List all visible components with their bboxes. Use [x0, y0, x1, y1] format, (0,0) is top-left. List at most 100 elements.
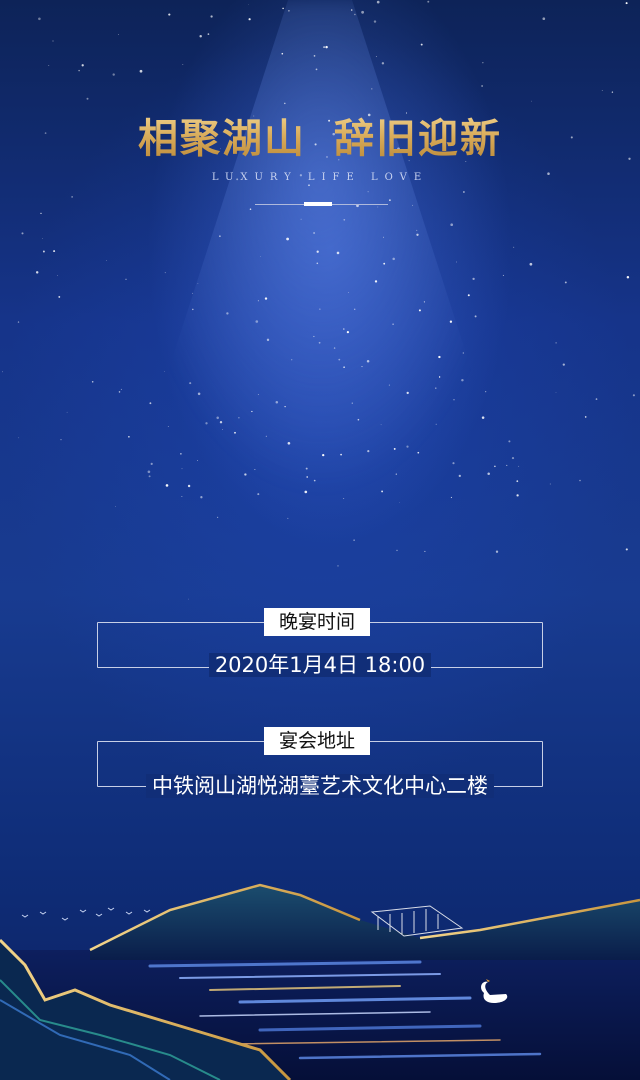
star [284, 102, 286, 105]
star [148, 475, 151, 478]
star [343, 497, 345, 499]
page-title: 相聚湖山 辞旧迎新 [0, 106, 640, 164]
star [52, 40, 54, 42]
star [450, 496, 452, 499]
star [313, 232, 316, 234]
star [319, 308, 321, 310]
star [281, 52, 284, 55]
star [361, 366, 363, 368]
star [396, 549, 398, 552]
star [625, 2, 628, 5]
star [338, 358, 341, 361]
star [57, 275, 58, 276]
star [584, 416, 587, 418]
star [316, 250, 319, 253]
star [450, 223, 454, 227]
banquet-time-value: 2020年1月4日 18:00 [208, 653, 432, 677]
star [71, 196, 73, 198]
star [392, 323, 394, 326]
star [373, 20, 377, 23]
star [78, 69, 80, 72]
star [197, 282, 199, 284]
star [167, 426, 169, 427]
star [308, 184, 310, 187]
star [513, 246, 515, 248]
star [216, 416, 219, 420]
star [86, 97, 89, 100]
star [472, 277, 475, 281]
star [420, 43, 423, 46]
star [260, 256, 262, 258]
star [192, 308, 194, 311]
banquet-venue-value: 中铁阅山湖悦湖薹艺术文化中心二楼 [146, 774, 494, 798]
star [81, 64, 84, 67]
star [348, 292, 349, 294]
star [388, 384, 390, 386]
star [251, 410, 253, 413]
star [579, 479, 581, 482]
star [481, 85, 483, 87]
star [485, 391, 487, 393]
star [595, 398, 598, 400]
star [376, 0, 380, 4]
star [632, 394, 635, 397]
star [257, 300, 259, 302]
star [200, 496, 203, 499]
star [306, 476, 309, 478]
star [346, 330, 350, 334]
star [21, 232, 24, 235]
star [482, 62, 484, 64]
star [42, 250, 45, 253]
star [238, 417, 240, 419]
title-divider-mark [304, 202, 332, 206]
star [182, 64, 184, 66]
star [266, 338, 270, 342]
star [322, 453, 325, 457]
star [374, 280, 378, 283]
star [417, 451, 420, 454]
star [406, 445, 409, 448]
star [353, 539, 355, 541]
star [265, 435, 267, 437]
star [416, 233, 419, 236]
star [163, 371, 165, 373]
banquet-time-label: 晚宴时间 [264, 608, 370, 636]
star [118, 33, 119, 35]
star [313, 55, 316, 57]
starfield [2, 0, 635, 600]
star [336, 251, 340, 255]
star [181, 496, 183, 498]
star [249, 208, 252, 210]
star [248, 3, 249, 5]
star [150, 462, 153, 465]
star [149, 402, 152, 405]
star [343, 218, 346, 221]
star [467, 294, 470, 297]
star [91, 381, 94, 383]
star [564, 281, 567, 284]
star [222, 428, 223, 430]
star [388, 199, 391, 202]
star [244, 473, 247, 476]
star [462, 352, 464, 354]
star [423, 301, 425, 303]
star [58, 295, 61, 298]
star [313, 479, 316, 482]
star [234, 431, 236, 434]
star [207, 33, 210, 35]
star [481, 416, 485, 419]
star [625, 548, 628, 551]
star [366, 359, 370, 363]
star [529, 262, 533, 266]
star [188, 598, 189, 600]
star [343, 366, 345, 369]
star [38, 17, 41, 21]
star [555, 342, 557, 344]
star [287, 517, 289, 519]
star [216, 516, 219, 519]
star [371, 88, 373, 90]
star [511, 457, 515, 460]
star [375, 56, 377, 57]
star [506, 464, 508, 466]
star [399, 502, 400, 503]
